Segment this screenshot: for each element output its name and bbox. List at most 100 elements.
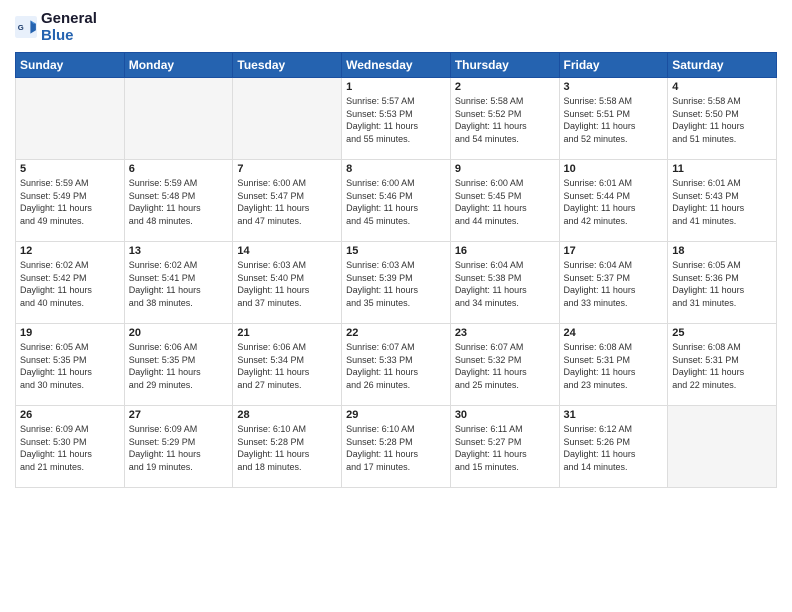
day-number: 21 [237, 327, 337, 339]
day-number: 4 [672, 81, 772, 93]
header: G General Blue [15, 10, 777, 44]
day-cell-2: 2Sunrise: 5:58 AMSunset: 5:52 PMDaylight… [450, 78, 559, 160]
day-cell-19: 19Sunrise: 6:05 AMSunset: 5:35 PMDayligh… [16, 324, 125, 406]
day-number: 27 [129, 409, 229, 421]
day-cell-23: 23 Sunrise: 6:07 AMSunset: 5:32 PMDayligh… [450, 324, 559, 406]
day-cell-28: 28 Sunrise: 6:10 AMSunset: 5:28 PMDayligh… [233, 406, 342, 488]
week-row-3: 12 Sunrise: 6:02 AMSunset: 5:42 PMDayligh… [16, 242, 777, 324]
day-number: 24 [564, 327, 664, 339]
day-cell-10: 10 Sunrise: 6:01 AMSunset: 5:44 PMDayligh… [559, 160, 668, 242]
day-cell-11: 11Sunrise: 6:01 AMSunset: 5:43 PMDayligh… [668, 160, 777, 242]
day-cell-6: 6 Sunrise: 5:59 AMSunset: 5:48 PMDaylight… [124, 160, 233, 242]
day-cell-25: 25 Sunrise: 6:08 AMSunset: 5:31 PMDayligh… [668, 324, 777, 406]
day-number: 19 [20, 327, 120, 339]
day-number: 13 [129, 245, 229, 257]
day-cell-5: 5 Sunrise: 5:59 AMSunset: 5:49 PMDaylight… [16, 160, 125, 242]
day-number: 12 [20, 245, 120, 257]
day-number: 30 [455, 409, 555, 421]
day-info: Sunrise: 6:03 AMSunset: 5:40 PMDaylight:… [237, 259, 337, 309]
day-number: 25 [672, 327, 772, 339]
day-cell-31: 31 Sunrise: 6:12 AMSunset: 5:26 PMDayligh… [559, 406, 668, 488]
day-cell-14: 14 Sunrise: 6:03 AMSunset: 5:40 PMDayligh… [233, 242, 342, 324]
day-cell-17: 17 Sunrise: 6:04 AMSunset: 5:37 PMDayligh… [559, 242, 668, 324]
day-number: 7 [237, 163, 337, 175]
day-number: 28 [237, 409, 337, 421]
day-number: 2 [455, 81, 555, 93]
weekday-friday: Friday [559, 53, 668, 78]
day-cell-1: 1Sunrise: 5:57 AMSunset: 5:53 PMDaylight… [342, 78, 451, 160]
day-info: Sunrise: 6:00 AMSunset: 5:46 PMDaylight:… [346, 177, 446, 227]
day-info: Sunrise: 5:59 AMSunset: 5:48 PMDaylight:… [129, 177, 229, 227]
day-cell-26: 26 Sunrise: 6:09 AMSunset: 5:30 PMDayligh… [16, 406, 125, 488]
day-info: Sunrise: 6:12 AMSunset: 5:26 PMDaylight:… [564, 423, 664, 473]
day-info: Sunrise: 6:02 AMSunset: 5:42 PMDaylight:… [20, 259, 120, 309]
day-number: 16 [455, 245, 555, 257]
day-cell-16: 16 Sunrise: 6:04 AMSunset: 5:38 PMDayligh… [450, 242, 559, 324]
day-info: Sunrise: 6:01 AMSunset: 5:43 PMDaylight:… [672, 177, 772, 227]
day-cell-15: 15Sunrise: 6:03 AMSunset: 5:39 PMDayligh… [342, 242, 451, 324]
empty-cell [233, 78, 342, 160]
week-row-5: 26 Sunrise: 6:09 AMSunset: 5:30 PMDayligh… [16, 406, 777, 488]
day-number: 1 [346, 81, 446, 93]
week-row-1: 1Sunrise: 5:57 AMSunset: 5:53 PMDaylight… [16, 78, 777, 160]
weekday-tuesday: Tuesday [233, 53, 342, 78]
day-info: Sunrise: 6:00 AMSunset: 5:47 PMDaylight:… [237, 177, 337, 227]
empty-cell [668, 406, 777, 488]
day-info: Sunrise: 6:09 AMSunset: 5:30 PMDaylight:… [20, 423, 120, 473]
svg-text:G: G [18, 23, 24, 32]
day-number: 15 [346, 245, 446, 257]
day-info: Sunrise: 6:10 AMSunset: 5:28 PMDaylight:… [237, 423, 337, 473]
day-cell-20: 20Sunrise: 6:06 AMSunset: 5:35 PMDayligh… [124, 324, 233, 406]
day-cell-4: 4 Sunrise: 5:58 AMSunset: 5:50 PMDaylight… [668, 78, 777, 160]
weekday-saturday: Saturday [668, 53, 777, 78]
day-cell-18: 18 Sunrise: 6:05 AMSunset: 5:36 PMDayligh… [668, 242, 777, 324]
day-cell-3: 3Sunrise: 5:58 AMSunset: 5:51 PMDaylight… [559, 78, 668, 160]
day-info: Sunrise: 6:08 AMSunset: 5:31 PMDaylight:… [564, 341, 664, 391]
day-cell-22: 22 Sunrise: 6:07 AMSunset: 5:33 PMDayligh… [342, 324, 451, 406]
day-info: Sunrise: 6:09 AMSunset: 5:29 PMDaylight:… [129, 423, 229, 473]
day-cell-21: 21Sunrise: 6:06 AMSunset: 5:34 PMDayligh… [233, 324, 342, 406]
day-cell-27: 27 Sunrise: 6:09 AMSunset: 5:29 PMDayligh… [124, 406, 233, 488]
day-cell-30: 30 Sunrise: 6:11 AMSunset: 5:27 PMDayligh… [450, 406, 559, 488]
day-info: Sunrise: 6:07 AMSunset: 5:33 PMDaylight:… [346, 341, 446, 391]
weekday-wednesday: Wednesday [342, 53, 451, 78]
empty-cell [124, 78, 233, 160]
day-number: 26 [20, 409, 120, 421]
day-number: 29 [346, 409, 446, 421]
day-info: Sunrise: 6:04 AMSunset: 5:37 PMDaylight:… [564, 259, 664, 309]
day-cell-13: 13 Sunrise: 6:02 AMSunset: 5:41 PMDayligh… [124, 242, 233, 324]
day-number: 5 [20, 163, 120, 175]
day-info: Sunrise: 5:58 AMSunset: 5:50 PMDaylight:… [672, 95, 772, 145]
day-cell-24: 24 Sunrise: 6:08 AMSunset: 5:31 PMDayligh… [559, 324, 668, 406]
day-info: Sunrise: 6:04 AMSunset: 5:38 PMDaylight:… [455, 259, 555, 309]
day-number: 31 [564, 409, 664, 421]
day-cell-8: 8Sunrise: 6:00 AMSunset: 5:46 PMDaylight… [342, 160, 451, 242]
day-info: Sunrise: 6:08 AMSunset: 5:31 PMDaylight:… [672, 341, 772, 391]
day-number: 22 [346, 327, 446, 339]
day-number: 18 [672, 245, 772, 257]
logo-text: General Blue [41, 10, 97, 44]
day-info: Sunrise: 6:06 AMSunset: 5:35 PMDaylight:… [129, 341, 229, 391]
day-cell-7: 7 Sunrise: 6:00 AMSunset: 5:47 PMDaylight… [233, 160, 342, 242]
empty-cell [16, 78, 125, 160]
day-info: Sunrise: 6:01 AMSunset: 5:44 PMDaylight:… [564, 177, 664, 227]
day-info: Sunrise: 5:59 AMSunset: 5:49 PMDaylight:… [20, 177, 120, 227]
day-info: Sunrise: 6:07 AMSunset: 5:32 PMDaylight:… [455, 341, 555, 391]
week-row-4: 19Sunrise: 6:05 AMSunset: 5:35 PMDayligh… [16, 324, 777, 406]
day-info: Sunrise: 6:10 AMSunset: 5:28 PMDaylight:… [346, 423, 446, 473]
day-number: 14 [237, 245, 337, 257]
day-number: 23 [455, 327, 555, 339]
day-info: Sunrise: 6:11 AMSunset: 5:27 PMDaylight:… [455, 423, 555, 473]
day-number: 9 [455, 163, 555, 175]
week-row-2: 5 Sunrise: 5:59 AMSunset: 5:49 PMDaylight… [16, 160, 777, 242]
weekday-monday: Monday [124, 53, 233, 78]
day-number: 6 [129, 163, 229, 175]
day-number: 17 [564, 245, 664, 257]
day-info: Sunrise: 5:58 AMSunset: 5:51 PMDaylight:… [564, 95, 664, 145]
day-number: 10 [564, 163, 664, 175]
logo: G General Blue [15, 10, 97, 44]
day-info: Sunrise: 6:02 AMSunset: 5:41 PMDaylight:… [129, 259, 229, 309]
weekday-thursday: Thursday [450, 53, 559, 78]
day-info: Sunrise: 6:05 AMSunset: 5:36 PMDaylight:… [672, 259, 772, 309]
day-cell-12: 12 Sunrise: 6:02 AMSunset: 5:42 PMDayligh… [16, 242, 125, 324]
